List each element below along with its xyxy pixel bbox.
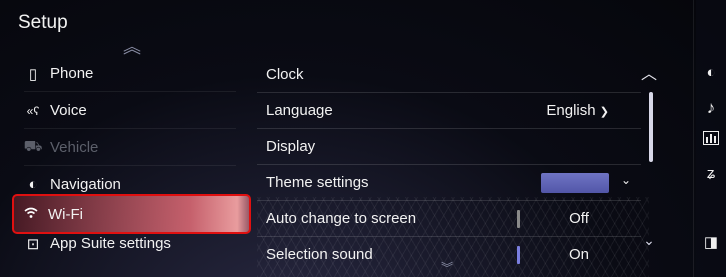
toggle-indicator <box>517 210 520 228</box>
chevron-down-icon: ❯ <box>599 106 609 118</box>
sidebar-item-label: Voice <box>50 102 87 119</box>
navigation-icon: ◐ <box>28 176 38 193</box>
divider <box>693 0 694 277</box>
toggle-value[interactable]: On <box>521 246 637 263</box>
sidebar: ︽ ▯ Phone «ʕ Voice ⛟ Vehicle ◐ Navigatio… <box>0 0 257 277</box>
scrollbar-thumb[interactable] <box>649 92 653 162</box>
sidebar-item-phone[interactable]: ▯ Phone <box>16 55 248 92</box>
language-value: English <box>546 102 596 119</box>
sidebar-item-label: Vehicle <box>50 139 99 156</box>
row-auto-change[interactable]: Auto change to screen Off <box>257 201 649 236</box>
row-label: Display <box>266 138 316 155</box>
music-icon[interactable]: ♪ <box>696 98 726 118</box>
sidebar-item-label: Phone <box>50 65 94 82</box>
sidebar-item-label: Navigation <box>50 176 121 193</box>
sidebar-item-voice[interactable]: «ʕ Voice <box>16 92 248 129</box>
voice-command-icon[interactable]: ʑ <box>696 165 726 182</box>
list-scroll-down-icon[interactable]: ︾ <box>432 262 462 274</box>
row-display[interactable]: Display <box>257 129 649 164</box>
sidebar-item-app-suite[interactable]: ⊡ App Suite settings <box>16 225 248 262</box>
theme-swatch[interactable] <box>541 173 609 193</box>
sidebar-item-label: App Suite settings <box>50 235 171 252</box>
toggle-indicator <box>517 246 520 264</box>
row-language[interactable]: Language English ❯ <box>257 93 649 128</box>
row-theme-settings[interactable]: Theme settings ⌄ <box>257 165 649 200</box>
app-suite-icon: ⊡ <box>26 235 40 253</box>
settings-list: Clock Language English ❯ Display Theme s… <box>257 57 649 277</box>
wifi-icon <box>14 206 48 223</box>
vehicle-icon: ⛟ <box>23 138 43 155</box>
screen-toggle-icon[interactable]: ◨ <box>696 233 726 251</box>
row-label: Clock <box>266 66 304 83</box>
sidebar-item-label: Wi-Fi <box>48 205 83 223</box>
scroll-up-icon[interactable]: ︿ <box>636 60 662 83</box>
navigation-icon[interactable]: ◐ <box>696 64 726 81</box>
chevron-down-icon[interactable]: ⌄ <box>621 173 631 187</box>
language-dropdown[interactable]: English ❯ <box>546 102 609 119</box>
sidebar-scroll-up-icon[interactable]: ︽ <box>117 38 147 56</box>
equalizer-icon[interactable] <box>696 131 726 149</box>
voice-icon: «ʕ <box>26 103 40 118</box>
phone-icon: ▯ <box>28 65 38 83</box>
row-clock[interactable]: Clock <box>257 57 649 92</box>
scroll-down-icon[interactable]: ⌄ <box>636 232 662 252</box>
sidebar-item-vehicle: ⛟ Vehicle <box>16 129 248 166</box>
toggle-value[interactable]: Off <box>521 210 637 227</box>
